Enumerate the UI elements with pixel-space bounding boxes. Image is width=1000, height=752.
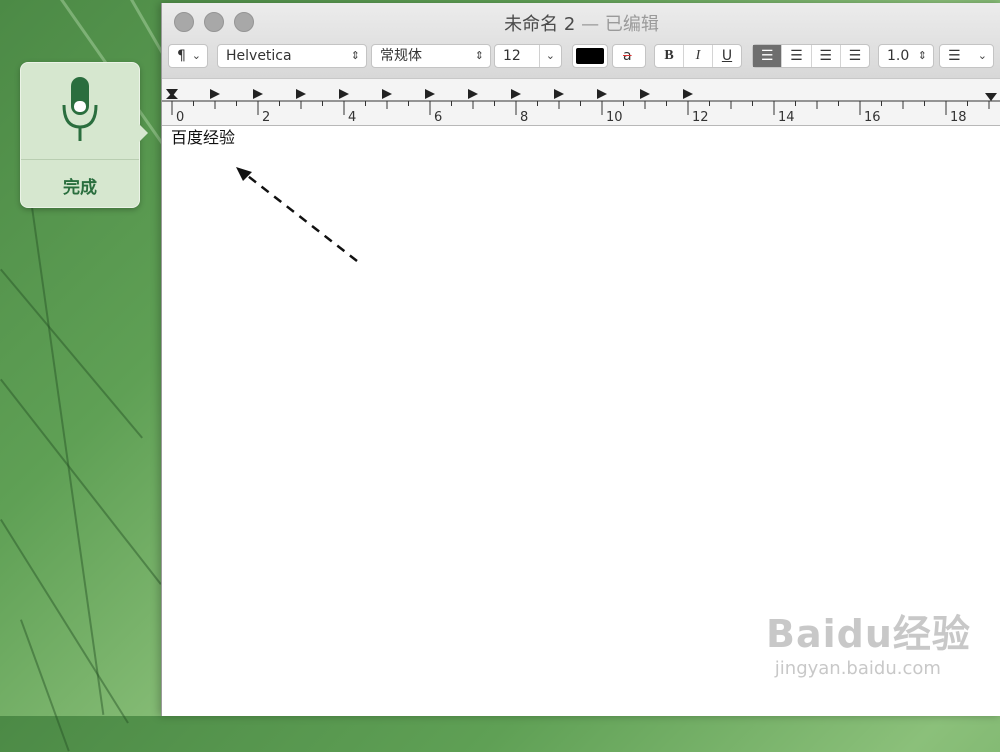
list-bullets-icon: ☰ [948,48,961,64]
tab-stop-marker [683,89,693,99]
line-spacing-popup[interactable]: 1.0 ⇕ [878,44,934,68]
leaf-vein [0,268,143,439]
baidu-watermark: Baidu经验 jingyan.baidu.com [766,603,971,679]
ruler-label: 14 [778,110,795,125]
window-title: 未命名 2 — 已编辑 [162,10,1000,36]
font-size-combo[interactable]: 12 ⌄ [494,44,562,68]
chevron-down-icon: ⌄ [538,45,555,67]
font-family-popup[interactable]: Helvetica ⇕ [217,44,367,68]
ruler-label: 2 [262,110,270,125]
tab-stop-marker [296,89,306,99]
tab-stop-marker [511,89,521,99]
tab-stop-marker [425,89,435,99]
document-name: 未命名 2 [504,14,576,35]
ruler-label: 6 [434,110,442,125]
paragraph-icon: ¶ [177,48,186,64]
text-color-swatch [576,48,604,64]
watermark-url: jingyan.baidu.com [774,658,941,679]
highlight-color-well[interactable]: a [612,44,646,68]
tab-stop-marker [382,89,392,99]
title-separator: — [581,14,600,35]
italic-button[interactable]: I [684,45,713,67]
leaf-vein [20,619,70,752]
font-family-value: Helvetica [226,48,292,64]
textedit-window: 未命名 2 — 已编辑 ¶ ⌄ Helvetica ⇕ 常规体 ⇕ 12 ⌄ a… [161,3,1000,716]
updown-icon: ⇕ [917,49,927,62]
annotation-arrow [236,167,358,262]
dictation-popup: 完成 [20,62,148,208]
microphone-icon [62,77,98,141]
list-style-popup[interactable]: ☰ ⌄ [939,44,994,68]
font-size-value: 12 [503,48,521,64]
tab-stop-marker [554,89,564,99]
ruler-label: 12 [692,110,709,125]
leaf-vein [0,518,129,724]
tab-stop-marker [468,89,478,99]
align-justify-icon[interactable]: ☰ [841,45,869,67]
bold-button[interactable]: B [655,45,684,67]
tab-stop-marker [339,89,349,99]
updown-icon: ⇕ [474,49,484,62]
left-indent-marker [166,93,178,99]
paragraph-style-popup[interactable]: ¶ ⌄ [168,44,208,68]
chevron-down-icon: ⌄ [977,49,987,62]
line-spacing-value: 1.0 [887,48,910,64]
ruler-label: 0 [176,110,184,125]
ruler-scale: 0 2 4 6 8 10 12 14 16 18 [162,89,1000,125]
underline-button[interactable]: U [713,45,741,67]
updown-icon: ⇕ [350,49,360,62]
align-right-icon[interactable]: ☰ [812,45,841,67]
leaf-vein [30,199,105,715]
text-color-well[interactable] [572,44,608,68]
dictation-divider [21,159,139,160]
titlebar: 未命名 2 — 已编辑 ¶ ⌄ Helvetica ⇕ 常规体 ⇕ 12 ⌄ a… [162,3,1000,78]
ruler[interactable]: 0 2 4 6 8 10 12 14 16 18 [162,78,1000,126]
align-center-icon[interactable]: ☰ [782,45,812,67]
ruler-label: 10 [606,110,623,125]
ruler-label: 18 [950,110,967,125]
font-style-popup[interactable]: 常规体 ⇕ [371,44,491,68]
tab-stop-marker [210,89,220,99]
alignment-buttons: ☰ ☰ ☰ ☰ [752,44,870,68]
highlight-a-icon: a [623,48,632,64]
ruler-label: 16 [864,110,881,125]
align-left-icon[interactable]: ☰ [753,45,783,67]
tab-stop-marker [640,89,650,99]
chevron-down-icon: ⌄ [191,49,201,62]
font-style-value: 常规体 [380,48,422,64]
document-text[interactable]: 百度经验 [171,124,235,148]
edited-status: 已编辑 [604,14,659,35]
text-style-buttons: B I U [654,44,742,68]
watermark-brand: Baidu经验 [766,612,971,656]
tab-stop-marker [253,89,263,99]
dictation-done-button[interactable]: 完成 [21,173,139,198]
ruler-label: 4 [348,110,356,125]
ruler-label: 8 [520,110,528,125]
right-margin-marker [985,93,997,101]
tab-stop-marker [597,89,607,99]
